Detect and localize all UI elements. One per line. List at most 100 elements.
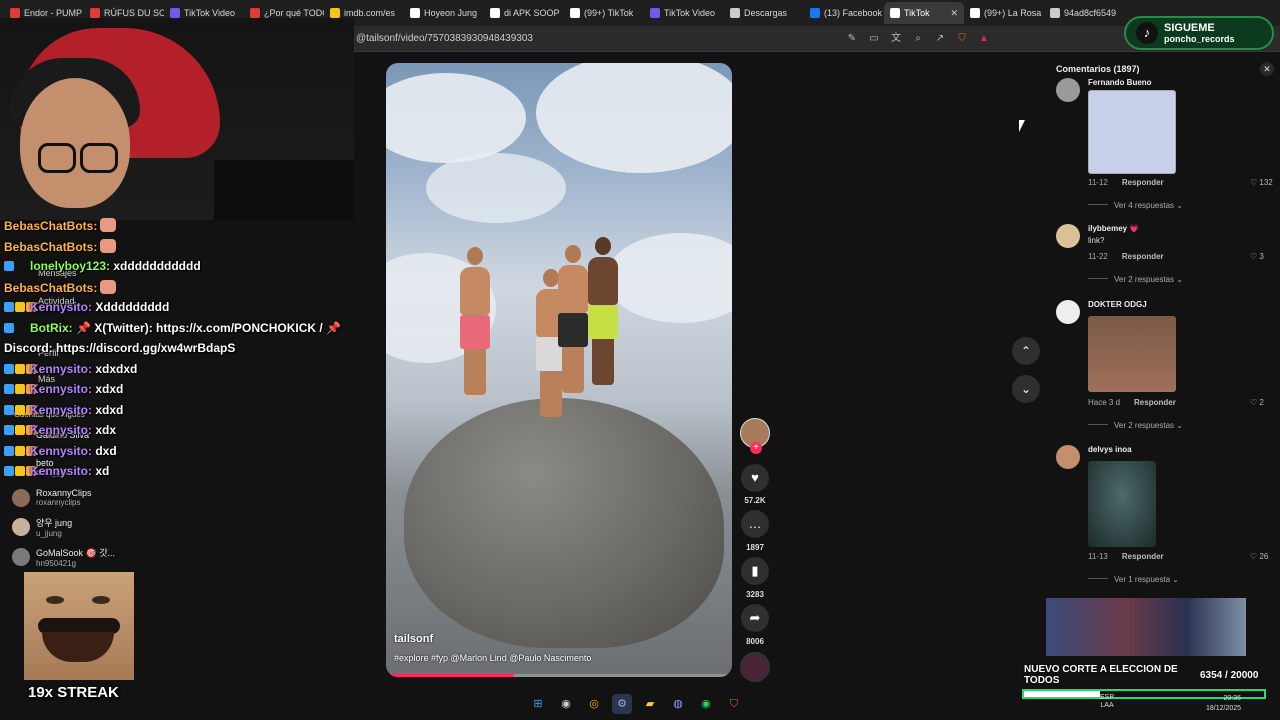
chrome-icon[interactable]: ◎: [584, 694, 604, 714]
comment-author[interactable]: DOKTER ODGJ: [1088, 300, 1147, 309]
meme-eye: [46, 596, 64, 604]
view-replies-button[interactable]: Ver 1 respuesta ⌄: [1088, 575, 1179, 584]
chat-badges: [4, 403, 36, 417]
comment-author[interactable]: Fernando Bueno: [1088, 78, 1152, 87]
like-heart-icon[interactable]: ♥: [741, 464, 769, 492]
zoom-icon[interactable]: ⌕: [912, 33, 924, 45]
music-disc-icon[interactable]: [740, 652, 770, 682]
avatar[interactable]: [1056, 78, 1080, 102]
comment-sticker-image[interactable]: [1088, 316, 1176, 392]
comment-author[interactable]: ilybbemey 💗: [1088, 224, 1139, 233]
browser-tab[interactable]: Hoyeon Jung: [404, 2, 484, 24]
spotify-icon[interactable]: ◉: [696, 694, 716, 714]
close-tab-icon[interactable]: ✕: [950, 8, 958, 19]
chat-username: Kennysito:: [30, 402, 93, 417]
comments-title: Comentarios (1897): [1056, 64, 1140, 74]
view-replies-button[interactable]: Ver 4 respuestas ⌄: [1088, 201, 1183, 210]
rewards-icon[interactable]: ▲: [978, 33, 990, 45]
chat-message: lonelyboy123: xddddddddddd: [4, 259, 201, 273]
brave-icon[interactable]: ⛉: [724, 694, 744, 714]
meme-overlay: [24, 572, 134, 680]
tab-label: TikTok Video: [664, 8, 716, 18]
following-item[interactable]: 양우 jung u_jjung: [12, 516, 72, 538]
video-caption[interactable]: #explore #fyp @Marlon Lind @Paulo Nascim…: [394, 653, 591, 663]
chat-username: Kennysito:: [30, 300, 93, 314]
browser-tab[interactable]: TikTok Video: [644, 2, 724, 24]
close-icon[interactable]: ✕: [1260, 62, 1274, 76]
url-text[interactable]: @tailsonf/video/7570383930948439303: [354, 33, 846, 44]
follow-plus-icon[interactable]: +: [750, 442, 762, 454]
cast-icon[interactable]: ▭: [868, 33, 880, 45]
browser-tab[interactable]: 94ad8cf6549: [1044, 2, 1124, 24]
tray-language[interactable]: ESP LAA: [1100, 694, 1114, 710]
reader-mode-icon[interactable]: ✎: [846, 33, 858, 45]
next-video-chevron-down-icon[interactable]: ⌄: [1012, 375, 1040, 403]
chat-badge-icon: [15, 302, 25, 312]
chat-message: Kennysito: xdxd: [4, 382, 123, 396]
comment-like[interactable]: ♡ 132: [1250, 178, 1273, 187]
video-author[interactable]: tailsonf: [394, 633, 433, 645]
goal-count: 6354 / 20000: [1200, 670, 1259, 681]
view-replies-button[interactable]: Ver 2 respuestas ⌄: [1088, 275, 1183, 284]
chat-text: xd: [92, 464, 110, 478]
file-explorer-icon[interactable]: ▰: [640, 694, 660, 714]
chat-badge-icon: [4, 404, 14, 415]
chat-badges: [4, 382, 36, 396]
chat-message: Discord: https://discord.gg/xw4wrBdapS: [4, 341, 235, 355]
sky-cloud: [536, 63, 732, 173]
translate-icon[interactable]: 文: [890, 33, 902, 45]
chat-text: Discord: https://discord.gg/xw4wrBdapS: [4, 341, 236, 355]
previous-video-chevron-up-icon[interactable]: ⌃: [1012, 337, 1040, 365]
webcam-face: [20, 78, 130, 208]
browser-tab[interactable]: (13) Facebook: [804, 2, 884, 24]
comment-sticker-image[interactable]: [1088, 90, 1176, 174]
browser-tab[interactable]: TikTok ✕: [884, 2, 964, 24]
share-icon[interactable]: ↗: [934, 33, 946, 45]
brave-shield-icon[interactable]: ⛉: [956, 33, 968, 45]
comment-date: 11-13: [1088, 552, 1108, 561]
screen: Endor - PUMP RÚFUS DU SOL TikTok Video ¿Por…: [0, 0, 1280, 720]
avatar[interactable]: [1056, 224, 1080, 248]
browser-tab[interactable]: (99+) TikTok: [564, 2, 644, 24]
view-replies-button[interactable]: Ver 2 respuestas ⌄: [1088, 421, 1183, 430]
chat-message: BebasChatBots:: [4, 218, 117, 233]
reply-button[interactable]: Responder: [1122, 552, 1164, 561]
comment-like[interactable]: ♡ 2: [1250, 398, 1264, 407]
comment-icon[interactable]: …: [741, 510, 769, 538]
streak-label: 19x STREAK: [28, 684, 119, 701]
tab-label: RÚFUS DU SOL: [104, 8, 164, 18]
browser-tab[interactable]: (99+) La Rosa: [964, 2, 1044, 24]
share-arrow-icon[interactable]: ➦: [741, 604, 769, 632]
obs-icon[interactable]: ◉: [556, 694, 576, 714]
chat-badges: [4, 300, 36, 314]
chat-badge-icon: [4, 445, 14, 456]
reply-button[interactable]: Responder: [1122, 252, 1164, 261]
system-clock[interactable]: 20:36 18/12/2025: [1206, 694, 1241, 714]
windows-start-icon[interactable]: ⊞: [528, 694, 548, 714]
reply-button[interactable]: Responder: [1122, 178, 1164, 187]
chat-username: lonelyboy123:: [30, 259, 111, 273]
browser-tab[interactable]: Descargas: [724, 2, 804, 24]
browser-tab[interactable]: di APK SOOP: [484, 2, 564, 24]
bookmark-icon[interactable]: ▮: [741, 557, 769, 585]
chat-message: Kennysito: dxd: [4, 444, 117, 458]
following-item[interactable]: RoxannyClips roxannyclips: [12, 488, 92, 507]
chat-badge-icon: [4, 425, 14, 435]
avatar[interactable]: [1056, 300, 1080, 324]
tiktok-logo-icon: ♪: [1136, 22, 1158, 44]
following-item[interactable]: GoMalSook 🎯 갓... hn950421g: [12, 546, 115, 568]
comment-sticker-image[interactable]: [1088, 461, 1156, 547]
chat-message: BotRix: 📌 X(Twitter): https://x.com/PONC…: [4, 321, 341, 335]
comment-meta: Hace 3 d Responder: [1088, 398, 1176, 407]
comment-like[interactable]: ♡ 26: [1250, 552, 1268, 561]
video-player[interactable]: tailsonf #explore #fyp @Marlon Lind @Pau…: [386, 63, 732, 677]
discord-icon[interactable]: ◍: [668, 694, 688, 714]
comment-author[interactable]: delvys inoa: [1088, 445, 1132, 454]
avatar[interactable]: [1056, 445, 1080, 469]
reply-button[interactable]: Responder: [1134, 398, 1176, 407]
video-progress-bar[interactable]: [386, 674, 732, 677]
chat-badges: [4, 321, 30, 335]
comment-like[interactable]: ♡ 3: [1250, 252, 1264, 261]
chat-badge-icon: [15, 404, 25, 415]
steam-icon[interactable]: ⚙: [612, 694, 632, 714]
